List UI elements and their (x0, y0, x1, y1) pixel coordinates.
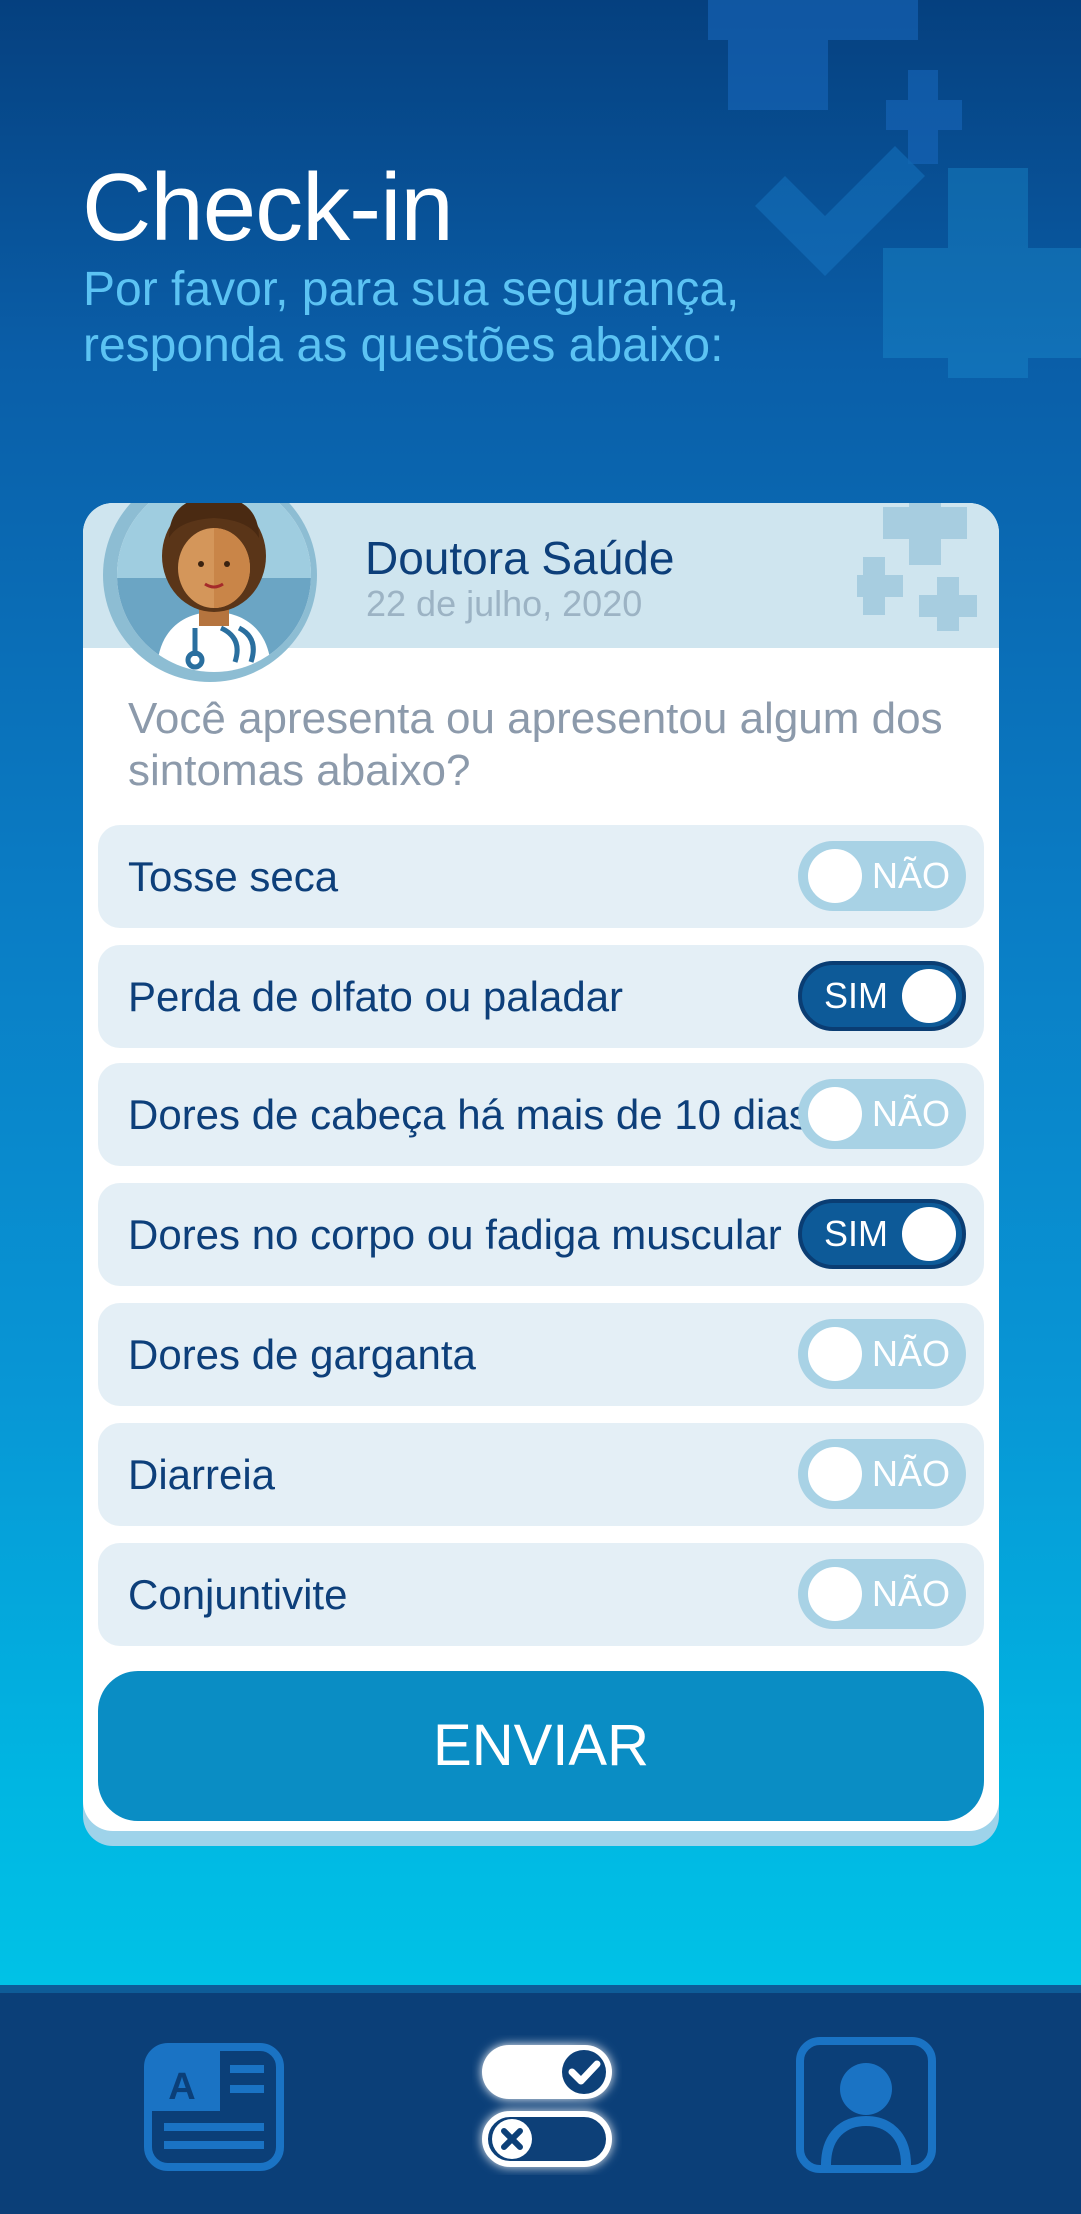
document-icon[interactable]: A (144, 2043, 284, 2171)
doctor-name: Doutora Saúde (365, 532, 675, 584)
toggle-knob (808, 1447, 862, 1501)
checkin-date: 22 de julho, 2020 (366, 583, 643, 624)
symptom-row: Diarreia NÃO (98, 1423, 984, 1526)
toggle-state-text: NÃO (871, 855, 950, 896)
bottom-navigation: A (0, 1985, 1081, 2214)
checkin-screen: Check-in Por favor, para sua segurança, … (0, 0, 1081, 1985)
page-subtitle: Por favor, para sua segurança, responda … (83, 263, 740, 372)
profile-icon[interactable] (796, 2037, 936, 2173)
plus-decoration-icon (857, 503, 977, 631)
symptom-toggle[interactable]: NÃO (798, 1559, 966, 1629)
symptom-row: Dores de garganta NÃO (98, 1303, 984, 1406)
symptom-toggle[interactable]: NÃO (798, 1079, 966, 1149)
toggle-knob (902, 1207, 956, 1261)
svg-text:A: A (168, 2066, 195, 2108)
symptom-label: Dores de cabeça há mais de 10 dias (128, 1091, 810, 1138)
toggle-state-text: NÃO (871, 1093, 950, 1134)
toggle-state-text: SIM (824, 975, 889, 1016)
symptom-toggle[interactable]: NÃO (798, 841, 966, 911)
symptom-label: Dores de garganta (128, 1331, 476, 1378)
symptom-row: Conjuntivite NÃO (98, 1543, 984, 1646)
toggle-knob (808, 1327, 862, 1381)
toggle-state-text: NÃO (871, 1573, 950, 1614)
symptom-toggle[interactable]: NÃO (798, 1319, 966, 1389)
symptom-card: Doutora Saúde 22 de julho, 2020 Você apr… (83, 503, 999, 1831)
symptom-row: Dores no corpo ou fadiga muscular SIM (98, 1183, 984, 1286)
symptom-label: Tosse seca (128, 853, 339, 900)
toggle-state-text: NÃO (871, 1333, 950, 1374)
page-title: Check-in (82, 154, 454, 261)
symptom-toggle[interactable]: NÃO (798, 1439, 966, 1509)
submit-button[interactable]: ENVIAR (98, 1671, 984, 1821)
symptom-row: Dores de cabeça há mais de 10 dias NÃO (98, 1063, 984, 1166)
toggle-knob (808, 1087, 862, 1141)
symptom-toggle[interactable]: SIM (798, 961, 966, 1031)
symptom-question: Você apresenta ou apresentou algum dos s… (128, 694, 943, 795)
toggle-state-text: NÃO (871, 1453, 950, 1494)
symptom-label: Dores no corpo ou fadiga muscular (128, 1211, 782, 1258)
symptom-label: Diarreia (128, 1451, 276, 1498)
checklist-toggle-icon[interactable] (472, 2035, 622, 2175)
toggle-knob (808, 1567, 862, 1621)
symptom-toggle[interactable]: SIM (798, 1199, 966, 1269)
toggle-knob (902, 969, 956, 1023)
symptom-row: Tosse seca NÃO (98, 825, 984, 928)
symptom-row: Perda de olfato ou paladar SIM (98, 945, 984, 1048)
toggle-state-text: SIM (824, 1213, 889, 1254)
symptom-label: Conjuntivite (128, 1571, 348, 1618)
toggle-knob (808, 849, 862, 903)
symptom-label: Perda de olfato ou paladar (128, 973, 624, 1020)
